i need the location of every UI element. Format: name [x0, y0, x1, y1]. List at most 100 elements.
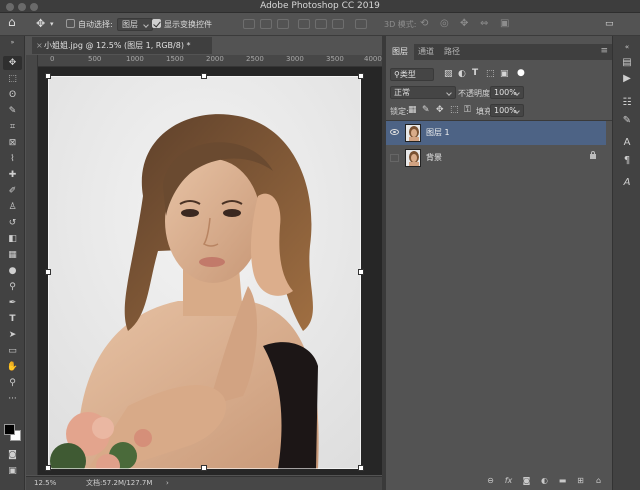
canvas-area[interactable]	[38, 67, 382, 475]
swatches-panel-icon[interactable]: ▶	[620, 72, 634, 86]
link-icon[interactable]: ⊖	[486, 476, 495, 485]
lock-artboard-icon[interactable]: ⬚	[450, 105, 459, 115]
transform-handle[interactable]	[45, 269, 51, 275]
transform-handle[interactable]	[45, 465, 51, 471]
transform-handle[interactable]	[358, 73, 364, 79]
quick-select-tool-icon[interactable]: ✎	[3, 104, 22, 118]
clone-stamp-tool-icon[interactable]: ♙	[3, 200, 22, 214]
filter-type-icon[interactable]: T	[472, 68, 478, 78]
quick-mask-icon[interactable]: ◙	[3, 448, 22, 462]
crop-tool-icon[interactable]: ⌗	[3, 120, 22, 134]
lock-all-icon[interactable]: ⚿	[464, 105, 471, 115]
dock-collapse-icon[interactable]: «	[620, 40, 634, 54]
tab-paths[interactable]: 路径	[438, 44, 466, 60]
document-tab[interactable]: × 小姐姐.jpg @ 12.5% (图层 1, RGB/8) *	[32, 37, 212, 54]
move-tool-icon[interactable]: ✥	[3, 56, 22, 70]
3d-orbit-icon[interactable]: ⟲	[420, 17, 428, 30]
tool-preset-chevron-icon[interactable]: ▾	[50, 18, 54, 31]
show-transform-checkbox[interactable]	[152, 19, 161, 28]
align-center-icon[interactable]	[260, 19, 272, 29]
visibility-toggle-empty[interactable]	[390, 154, 399, 162]
align-right-icon[interactable]	[277, 19, 289, 29]
filter-kind-dropdown[interactable]: ⚲类型	[390, 68, 434, 81]
transform-handle[interactable]	[358, 465, 364, 471]
dodge-tool-icon[interactable]: ⚲	[3, 280, 22, 294]
color-panel-icon[interactable]: ▤	[620, 56, 634, 70]
workspace-icon[interactable]: ▭	[605, 18, 614, 31]
adjustment-icon[interactable]: ◐	[540, 476, 549, 485]
align-middle-icon[interactable]	[315, 19, 327, 29]
layer-name[interactable]: 图层 1	[426, 127, 450, 138]
show-transform-option[interactable]: 显示变换控件	[152, 18, 212, 31]
trash-icon[interactable]: ⌂	[594, 476, 603, 485]
transform-handle[interactable]	[201, 73, 207, 79]
more-tools-icon[interactable]: ···	[3, 392, 22, 406]
zoom-level[interactable]: 12.5%	[34, 477, 56, 490]
rectangle-tool-icon[interactable]: ▭	[3, 344, 22, 358]
group-icon[interactable]: ▬	[558, 476, 567, 485]
home-icon[interactable]: ⌂	[8, 16, 16, 29]
pen-tool-icon[interactable]: ✒	[3, 296, 22, 310]
filter-pixel-icon[interactable]: ▨	[444, 69, 453, 79]
lasso-tool-icon[interactable]: ʘ	[3, 88, 22, 102]
auto-select-checkbox[interactable]	[66, 19, 75, 28]
filter-smart-object-icon[interactable]: ▣	[500, 69, 509, 79]
frame-tool-icon[interactable]: ⊠	[3, 136, 22, 150]
filter-adjustment-icon[interactable]: ◐	[458, 69, 466, 79]
new-layer-icon[interactable]: ⊞	[576, 476, 585, 485]
paragraph-panel-icon[interactable]: ¶	[620, 154, 634, 168]
vertical-ruler[interactable]	[26, 55, 38, 475]
blend-mode-dropdown[interactable]: 正常	[390, 86, 456, 99]
3d-scale-icon[interactable]: ▣	[500, 17, 509, 30]
layer-row[interactable]: 图层 1	[386, 121, 606, 145]
horizontal-ruler[interactable]: 0 500 1000 1500 2000 2500 3000 3500 4000	[38, 55, 382, 67]
transform-handle[interactable]	[201, 465, 207, 471]
marquee-tool-icon[interactable]: ⬚	[3, 72, 22, 86]
type-tool-icon[interactable]: T	[3, 312, 22, 326]
gradient-tool-icon[interactable]: ▦	[3, 248, 22, 262]
lock-icon[interactable]	[590, 151, 596, 159]
layer-name[interactable]: 背景	[426, 152, 442, 163]
3d-pan-icon[interactable]: ✥	[460, 17, 468, 30]
fx-icon[interactable]: fx	[504, 476, 513, 485]
brush-tool-icon[interactable]: ✐	[3, 184, 22, 198]
zoom-tool-icon[interactable]: ⚲	[3, 376, 22, 390]
layer-row[interactable]: 背景	[386, 146, 606, 170]
photo-layer[interactable]	[48, 76, 361, 469]
auto-select-option[interactable]: 自动选择:	[66, 18, 113, 31]
path-selection-tool-icon[interactable]: ➤	[3, 328, 22, 342]
3d-roll-icon[interactable]: ◎	[440, 17, 449, 30]
close-document-icon[interactable]: ×	[36, 37, 43, 54]
tab-layers[interactable]: 图层	[386, 44, 414, 60]
opacity-field[interactable]: 100%	[490, 86, 524, 99]
toolbar-collapse-icon[interactable]: »	[3, 39, 22, 47]
lock-transparent-icon[interactable]: ▦	[408, 105, 417, 115]
auto-select-dropdown[interactable]: 图层	[117, 18, 153, 31]
visibility-eye-icon[interactable]	[390, 129, 399, 135]
foreground-color-swatch[interactable]	[4, 424, 15, 435]
history-brush-tool-icon[interactable]: ↺	[3, 216, 22, 230]
align-bottom-icon[interactable]	[332, 19, 344, 29]
glyphs-panel-icon[interactable]: A	[620, 176, 634, 190]
filter-shape-icon[interactable]: ⬚	[486, 69, 495, 79]
distribute-icon[interactable]	[355, 19, 367, 29]
transform-handle[interactable]	[45, 73, 51, 79]
eraser-tool-icon[interactable]: ◧	[3, 232, 22, 246]
mask-icon[interactable]: ◙	[522, 476, 531, 485]
brush-settings-icon[interactable]: ✎	[620, 114, 634, 128]
align-top-icon[interactable]	[298, 19, 310, 29]
align-left-icon[interactable]	[243, 19, 255, 29]
adjustments-panel-icon[interactable]: ☷	[620, 96, 634, 110]
hand-tool-icon[interactable]: ✋	[3, 360, 22, 374]
status-menu-chevron-icon[interactable]: ›	[166, 477, 169, 490]
character-panel-icon[interactable]: A	[620, 136, 634, 150]
3d-slide-icon[interactable]: ⇔	[480, 17, 488, 30]
screen-mode-icon[interactable]: ▣	[3, 464, 22, 478]
lock-position-icon[interactable]: ✥	[436, 105, 444, 115]
eyedropper-tool-icon[interactable]: ⌇	[3, 152, 22, 166]
filter-toggle-icon[interactable]: ●	[517, 68, 525, 78]
move-tool-icon[interactable]: ✥	[36, 17, 45, 30]
healing-brush-tool-icon[interactable]: ✚	[3, 168, 22, 182]
fill-field[interactable]: 100%	[490, 104, 524, 117]
blur-tool-icon[interactable]: ●	[3, 264, 22, 278]
